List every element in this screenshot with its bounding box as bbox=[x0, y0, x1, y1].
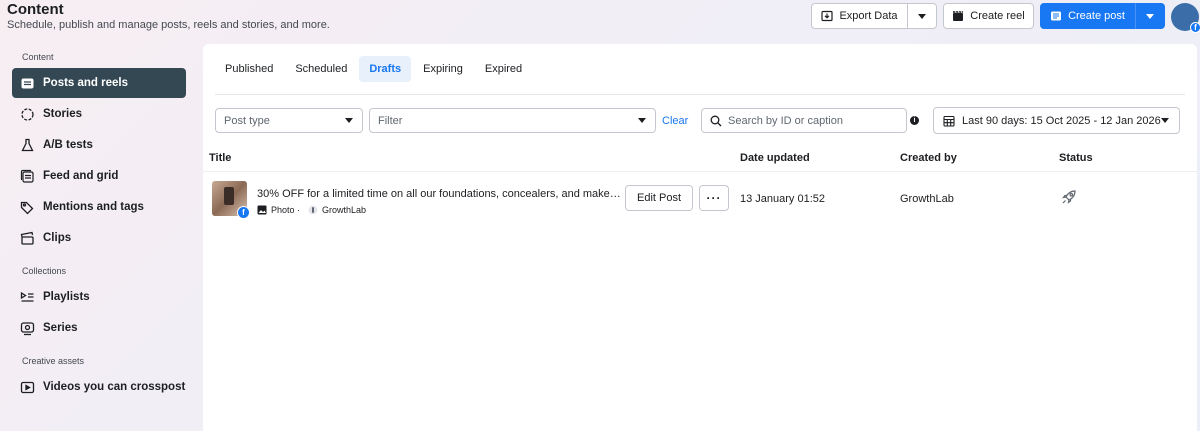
export-data-button[interactable]: Export Data bbox=[811, 3, 908, 29]
sidebar: Content Posts and reels Stories A/B test… bbox=[0, 44, 200, 431]
filter-placeholder: Filter bbox=[378, 114, 403, 127]
create-reel-button[interactable]: Create reel bbox=[943, 3, 1034, 29]
flask-icon bbox=[21, 138, 34, 151]
page-avatar-icon bbox=[308, 205, 318, 215]
more-options-button[interactable]: ··· bbox=[699, 185, 729, 211]
create-post-label: Create post bbox=[1068, 10, 1125, 22]
search-icon bbox=[710, 115, 722, 127]
created-by-cell: GrowthLab bbox=[900, 193, 954, 205]
post-thumbnail[interactable]: f bbox=[212, 181, 250, 219]
column-header-title: Title bbox=[209, 152, 232, 164]
export-data-label: Export Data bbox=[839, 10, 898, 22]
post-type-select[interactable]: Post type bbox=[215, 108, 363, 133]
chevron-down-icon bbox=[345, 118, 353, 123]
playlist-icon bbox=[20, 291, 34, 302]
sidebar-item-playlists[interactable]: Playlists bbox=[12, 282, 186, 312]
sidebar-item-label: Clips bbox=[43, 232, 72, 244]
section-label-creative-assets: Creative assets bbox=[22, 356, 85, 366]
divider bbox=[215, 94, 1185, 95]
clapper-icon bbox=[953, 10, 964, 21]
sidebar-item-label: Mentions and tags bbox=[43, 201, 144, 213]
sidebar-item-mentions-and-tags[interactable]: Mentions and tags bbox=[12, 192, 186, 222]
create-post-button[interactable]: Create post bbox=[1040, 3, 1135, 29]
export-dropdown-button[interactable] bbox=[907, 3, 937, 29]
chevron-down-icon bbox=[638, 118, 646, 123]
content-panel: Published Scheduled Drafts Expiring Expi… bbox=[203, 44, 1197, 431]
grid-icon bbox=[20, 169, 34, 183]
clapper-icon bbox=[20, 231, 34, 245]
create-post-dropdown-button[interactable] bbox=[1135, 3, 1165, 29]
sidebar-item-label: Series bbox=[43, 322, 78, 334]
clear-filters-link[interactable]: Clear bbox=[662, 115, 688, 127]
export-icon bbox=[821, 10, 834, 22]
search-field[interactable] bbox=[701, 108, 907, 133]
rocket-icon[interactable] bbox=[1061, 189, 1077, 205]
tab-bar: Published Scheduled Drafts Expiring Expi… bbox=[215, 56, 532, 82]
section-label-collections: Collections bbox=[22, 266, 67, 276]
compose-icon bbox=[1051, 11, 1062, 21]
sidebar-item-stories[interactable]: Stories bbox=[12, 99, 186, 129]
media-type-label: Photo · bbox=[271, 205, 301, 215]
search-input[interactable] bbox=[728, 114, 898, 127]
sidebar-item-label: Playlists bbox=[43, 291, 90, 303]
facebook-icon: f bbox=[1190, 22, 1200, 33]
section-label-content: Content bbox=[22, 52, 54, 62]
tab-scheduled[interactable]: Scheduled bbox=[285, 56, 357, 82]
facebook-icon: f bbox=[237, 206, 250, 219]
sidebar-item-label: Posts and reels bbox=[43, 77, 129, 89]
info-icon[interactable]: i bbox=[910, 116, 919, 125]
sidebar-item-label: A/B tests bbox=[43, 139, 93, 151]
sidebar-item-label: Videos you can crosspost bbox=[43, 381, 186, 393]
tab-expiring[interactable]: Expiring bbox=[413, 56, 473, 82]
sidebar-item-series[interactable]: Series bbox=[12, 313, 186, 343]
chevron-down-icon bbox=[1146, 13, 1154, 19]
posts-icon bbox=[21, 78, 34, 88]
edit-post-button[interactable]: Edit Post bbox=[625, 185, 693, 211]
page-name-label: GrowthLab bbox=[322, 205, 367, 215]
sidebar-item-ab-tests[interactable]: A/B tests bbox=[12, 130, 186, 160]
tag-icon bbox=[20, 201, 34, 214]
sidebar-item-label: Feed and grid bbox=[43, 170, 119, 182]
page-header: Content Schedule, publish and manage pos… bbox=[0, 0, 1200, 40]
sidebar-item-clips[interactable]: Clips bbox=[12, 223, 186, 253]
avatar[interactable]: f bbox=[1171, 3, 1200, 33]
date-updated-cell: 13 January 01:52 bbox=[740, 193, 826, 205]
filter-select[interactable]: Filter bbox=[369, 108, 656, 133]
series-icon bbox=[20, 321, 35, 335]
create-reel-label: Create reel bbox=[970, 10, 1025, 22]
post-type-placeholder: Post type bbox=[224, 114, 270, 127]
date-range-picker[interactable]: Last 90 days: 15 Oct 2025 - 12 Jan 2026 bbox=[933, 107, 1180, 134]
tab-expired[interactable]: Expired bbox=[475, 56, 532, 82]
column-header-status: Status bbox=[1059, 152, 1093, 164]
tab-published[interactable]: Published bbox=[215, 56, 283, 82]
column-header-date-updated: Date updated bbox=[740, 152, 810, 164]
product-image bbox=[224, 187, 234, 205]
chevron-down-icon bbox=[918, 13, 926, 19]
stories-icon bbox=[21, 107, 34, 121]
column-header-created-by: Created by bbox=[900, 152, 957, 164]
page-subtitle: Schedule, publish and manage posts, reel… bbox=[7, 19, 330, 31]
video-icon bbox=[20, 381, 35, 393]
sidebar-item-videos-you-can-crosspost[interactable]: Videos you can crosspost bbox=[12, 372, 186, 402]
divider bbox=[203, 171, 1197, 172]
chevron-down-icon bbox=[1161, 118, 1169, 123]
sidebar-item-feed-and-grid[interactable]: Feed and grid bbox=[12, 161, 186, 191]
more-icon: ··· bbox=[706, 191, 722, 205]
sidebar-item-label: Stories bbox=[43, 108, 82, 120]
post-caption[interactable]: 30% OFF for a limited time on all our fo… bbox=[257, 188, 621, 200]
tab-drafts[interactable]: Drafts bbox=[359, 56, 412, 82]
calendar-icon bbox=[943, 115, 955, 127]
post-meta: Photo · GrowthLab bbox=[257, 205, 366, 215]
table-row[interactable]: f 30% OFF for a limited time on all our … bbox=[203, 177, 1197, 221]
date-range-label: Last 90 days: 15 Oct 2025 - 12 Jan 2026 bbox=[962, 114, 1161, 127]
photo-icon bbox=[257, 205, 267, 215]
page-title: Content bbox=[7, 1, 64, 18]
sidebar-item-posts-and-reels[interactable]: Posts and reels bbox=[12, 68, 186, 98]
